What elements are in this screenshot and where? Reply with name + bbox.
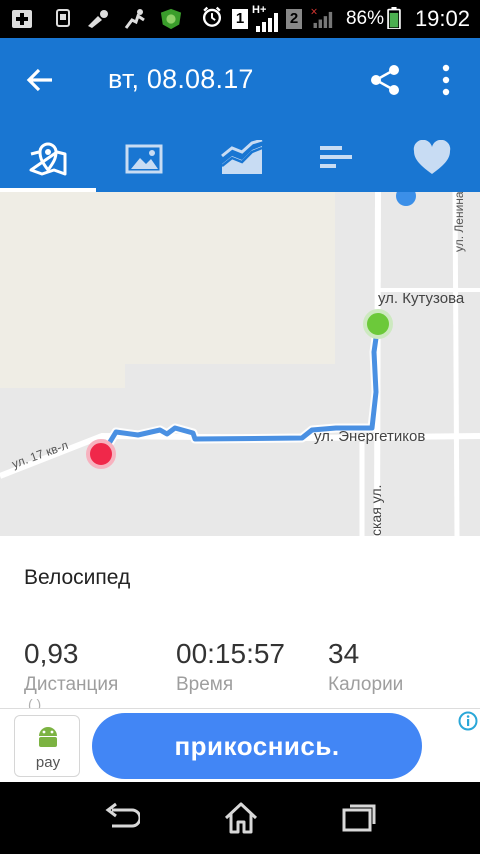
status-time: 19:02: [414, 6, 470, 31]
tab-stats[interactable]: [288, 128, 384, 192]
copy-icon: [56, 9, 70, 27]
back-arrow-icon[interactable]: [24, 64, 56, 96]
share-icon[interactable]: [368, 63, 402, 97]
calories-label: Калории: [328, 674, 404, 695]
ad-banner[interactable]: pay прикоснись.: [0, 708, 480, 782]
ad-cta-button[interactable]: прикоснись.: [92, 713, 422, 779]
status-bar: 1 H+ 2 × 86% 19:02: [0, 0, 480, 38]
street-label-kutuzova: ул. Кутузова: [378, 290, 465, 307]
android-icon: [39, 727, 57, 747]
distance-value: 0,93: [24, 638, 79, 669]
duration-value: 00:15:57: [176, 638, 285, 669]
tab-bar: [0, 128, 480, 192]
recent-apps-icon[interactable]: [340, 800, 378, 836]
tab-health[interactable]: [384, 128, 480, 192]
route-map[interactable]: ул. Кутузова ул. Энергетиков ул. 17 кв-л…: [0, 192, 480, 536]
pay-text: pay: [35, 754, 61, 771]
sim1-badge: 1: [232, 9, 248, 29]
home-nav-icon[interactable]: [222, 800, 260, 836]
signal-sim2-icon: ×: [310, 6, 333, 28]
more-vert-icon[interactable]: [436, 62, 456, 98]
map-icon: [29, 142, 67, 176]
area-chart-icon: [221, 140, 263, 174]
map-canvas: [0, 192, 480, 536]
battery-icon: [387, 7, 401, 29]
heart-icon: [413, 140, 451, 174]
alarm-icon: [202, 6, 222, 27]
page-title: вт, 08.08.17: [108, 64, 254, 94]
signal-sim1-icon: [256, 13, 278, 32]
tab-map[interactable]: [0, 128, 96, 192]
back-nav-icon[interactable]: [102, 800, 140, 836]
end-marker: [86, 439, 116, 469]
calories-value: 34: [328, 638, 360, 669]
duration-label: Время: [176, 674, 234, 695]
image-icon: [125, 144, 163, 174]
tab-charts[interactable]: [192, 128, 288, 192]
android-pay-logo: pay: [14, 715, 80, 777]
street-label-partial: ская ул.: [368, 484, 384, 536]
battery-percent: 86%: [345, 8, 384, 29]
workout-summary: Велосипед 0,93 Дистанция 00:15:57 Время …: [0, 536, 480, 712]
start-marker: [363, 309, 393, 339]
sim2-badge: 2: [286, 9, 302, 29]
bars-icon: [320, 146, 352, 168]
running-icon: [124, 9, 145, 29]
app-bar: вт, 08.08.17: [0, 38, 480, 192]
tab-photos[interactable]: [96, 128, 192, 192]
tool-icon: [88, 10, 108, 28]
plus-notification-icon: [12, 10, 32, 28]
ad-info-icon[interactable]: [458, 711, 478, 731]
street-label-energetikov: ул. Энергетиков: [314, 428, 426, 445]
distance-label: Дистанция: [24, 674, 119, 695]
svg-text:×: ×: [310, 6, 318, 17]
street-label-lenina: ул. Ленина: [452, 192, 466, 252]
system-nav-bar: [0, 782, 480, 854]
toolbar: вт, 08.08.17: [0, 38, 480, 122]
activity-type: Велосипед: [24, 566, 131, 589]
shield-app-icon: [160, 8, 182, 30]
